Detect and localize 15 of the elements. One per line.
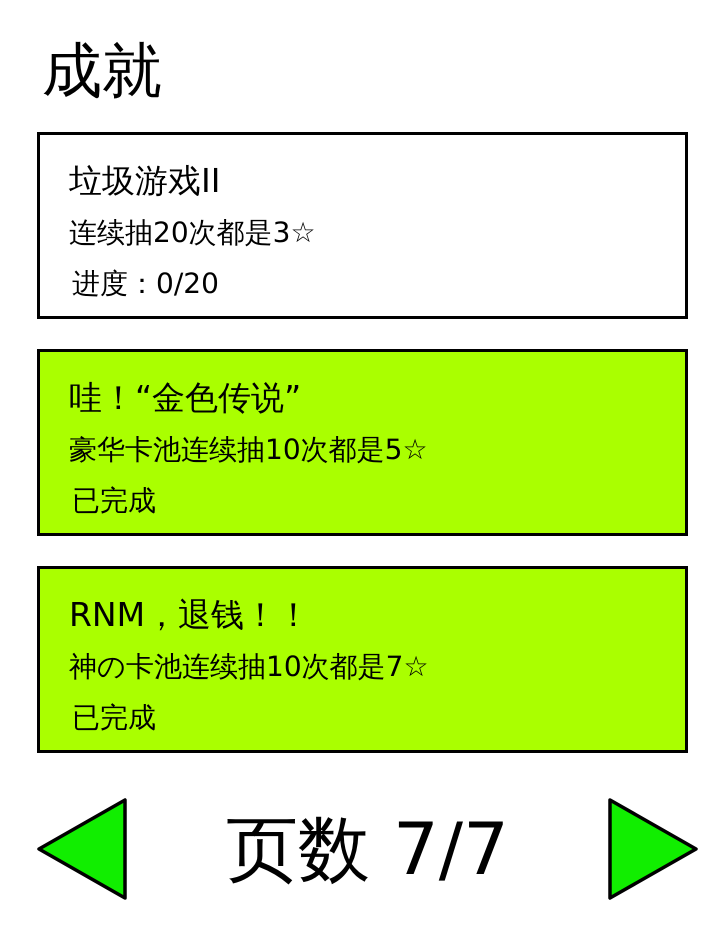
next-page-button[interactable] [608,798,698,900]
right-triangle-icon [608,798,698,900]
achievement-description: 连续抽20次都是3☆ [69,215,316,251]
achievement-status: 已完成 [71,700,156,736]
achievement-title: 垃圾游戏II [69,160,220,202]
previous-page-button[interactable] [37,798,127,900]
left-triangle-icon [37,798,127,900]
achievement-description: 豪华卡池连续抽10次都是5☆ [69,432,428,468]
achievement-title: RNM，退钱！！ [69,594,310,636]
page-title: 成就 [42,35,162,108]
achievement-title: 哇！“金色传说” [69,377,302,419]
achievement-status: 进度：0/20 [71,266,219,302]
page-indicator: 页数 7/7 [226,806,509,893]
achievement-description: 神の卡池连续抽10次都是7☆ [69,649,429,685]
achievement-status: 已完成 [71,483,156,519]
